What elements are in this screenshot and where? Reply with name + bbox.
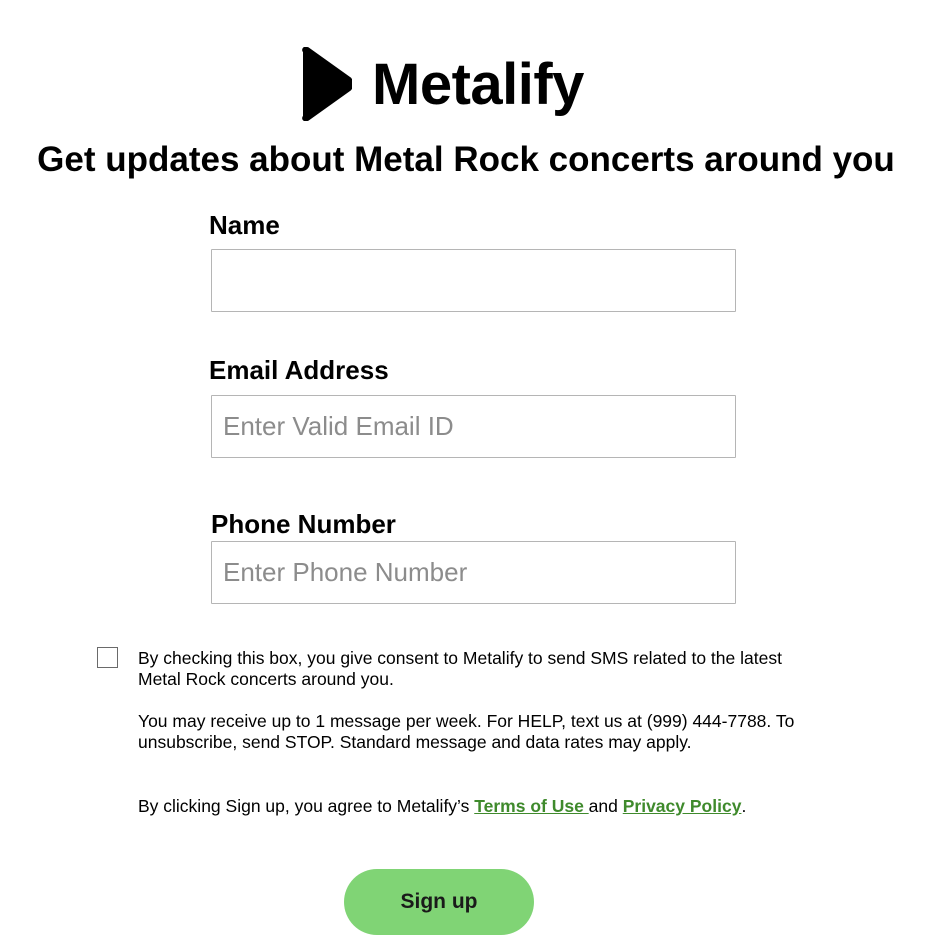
and-text: and: [588, 796, 623, 816]
phone-label: Phone Number: [211, 509, 396, 539]
privacy-policy-link[interactable]: Privacy Policy: [623, 796, 742, 816]
agree-suffix-text: .: [741, 796, 747, 816]
email-label: Email Address: [209, 355, 389, 385]
sms-notice: You may receive up to 1 message per week…: [138, 711, 795, 752]
consent-text: By checking this box, you give consent t…: [138, 648, 782, 689]
email-input[interactable]: [211, 395, 736, 458]
terms-of-use-link[interactable]: Terms of Use: [474, 796, 588, 816]
sign-up-button[interactable]: Sign up: [344, 869, 534, 935]
phone-input[interactable]: [211, 541, 736, 604]
brand-header: Metalify: [300, 44, 584, 124]
consent-checkbox[interactable]: [97, 647, 118, 668]
name-label: Name: [209, 210, 280, 240]
terms-agreement: By clicking Sign up, you agree to Metali…: [138, 796, 818, 817]
agree-prefix-text: By clicking Sign up, you agree to Metali…: [138, 796, 475, 816]
name-input[interactable]: [211, 249, 736, 312]
play-icon: [302, 47, 352, 121]
brand-name: Metalify: [372, 51, 584, 117]
page-title: Get updates about Metal Rock concerts ar…: [37, 140, 895, 179]
